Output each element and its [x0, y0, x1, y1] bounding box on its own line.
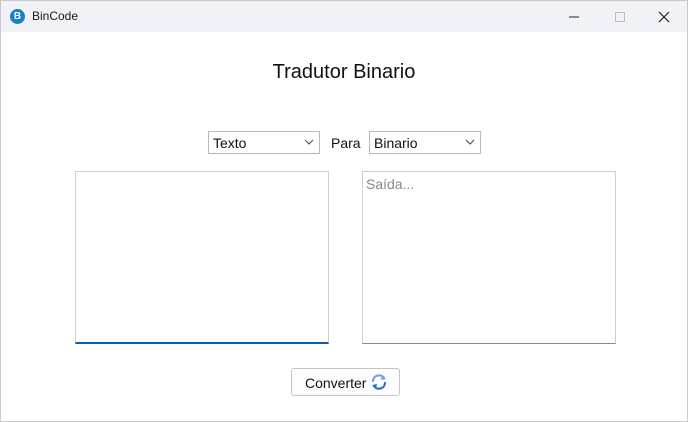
source-format-value: Texto — [213, 135, 247, 151]
convert-button[interactable]: Converter — [291, 368, 400, 396]
target-format-value: Binario — [374, 135, 418, 151]
title-bar[interactable]: B BinCode — [1, 1, 687, 32]
to-label: Para — [331, 135, 361, 151]
close-button[interactable] — [641, 1, 687, 32]
chevron-down-icon — [304, 139, 314, 145]
page-title: Tradutor Binario — [272, 61, 416, 83]
app-logo-icon: B — [10, 9, 25, 24]
minimize-icon — [569, 16, 579, 18]
source-format-select[interactable]: Texto — [208, 131, 320, 154]
target-format-select[interactable]: Binario — [369, 131, 481, 154]
maximize-icon — [615, 12, 625, 22]
refresh-icon — [371, 374, 387, 390]
input-textarea[interactable] — [75, 171, 329, 344]
maximize-button[interactable] — [597, 1, 643, 32]
chevron-down-icon — [465, 139, 475, 145]
minimize-button[interactable] — [551, 1, 597, 32]
output-textarea[interactable] — [362, 171, 616, 344]
app-window: B BinCode Tradutor Binario Texto Para Bi… — [0, 0, 688, 422]
convert-button-label: Converter — [305, 375, 367, 391]
close-icon — [658, 11, 670, 23]
window-title: BinCode — [32, 9, 79, 23]
